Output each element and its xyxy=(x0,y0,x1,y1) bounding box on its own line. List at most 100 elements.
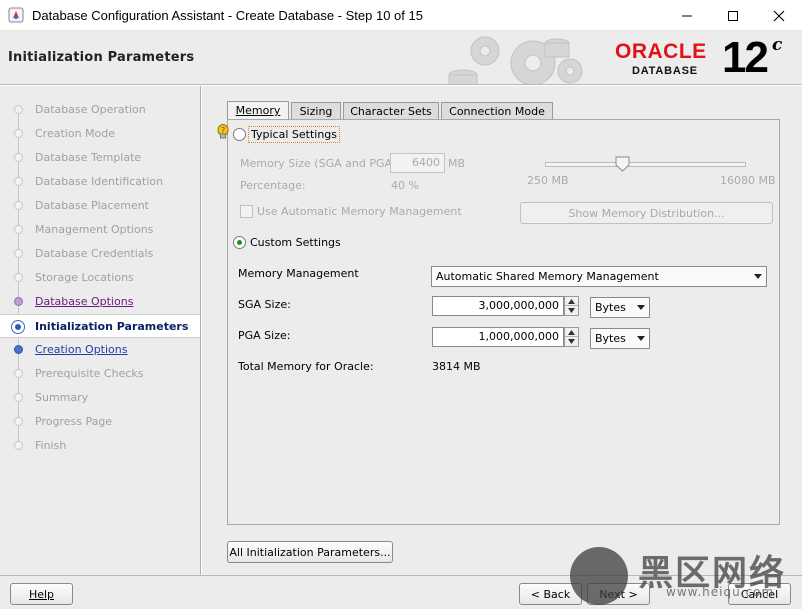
tab-label: Sizing xyxy=(299,105,333,118)
nav-step-database-options[interactable]: Database Options xyxy=(0,290,200,314)
nav-step-database-placement: Database Placement xyxy=(0,194,200,218)
nav-step-storage-locations: Storage Locations xyxy=(0,266,200,290)
memory-slider-track[interactable] xyxy=(545,162,746,167)
pga-unit-select[interactable]: Bytes xyxy=(590,328,650,349)
tab-character-sets[interactable]: Character Sets xyxy=(343,102,439,119)
nav-step-label: Database Identification xyxy=(35,175,164,188)
typical-settings-label[interactable]: Typical Settings xyxy=(251,128,337,141)
automatic-memory-management-label: Use Automatic Memory Management xyxy=(257,205,462,218)
app-icon xyxy=(8,7,24,23)
sga-unit-value: Bytes xyxy=(595,301,626,314)
nav-step-label: Summary xyxy=(35,391,89,404)
automatic-memory-management-checkbox[interactable] xyxy=(240,205,253,218)
window-titlebar: Database Configuration Assistant - Creat… xyxy=(0,0,802,31)
step-indicator-icon xyxy=(14,201,23,210)
chevron-down-icon xyxy=(637,305,645,310)
spin-down-icon[interactable] xyxy=(565,337,578,346)
nav-step-creation-mode: Creation Mode xyxy=(0,122,200,146)
page-title: Initialization Parameters xyxy=(8,50,195,65)
memory-size-unit: MB xyxy=(448,157,466,170)
step-indicator-icon xyxy=(14,345,23,354)
tab-label: Connection Mode xyxy=(449,105,545,118)
oracle-logo: ORACLE xyxy=(615,40,707,63)
step-indicator-icon xyxy=(14,225,23,234)
nav-step-prerequisite-checks: Prerequisite Checks xyxy=(0,362,200,386)
sga-size-field[interactable]: 3,000,000,000 xyxy=(432,296,564,316)
lightbulb-hint-icon: ? xyxy=(217,124,229,139)
nav-step-label: Prerequisite Checks xyxy=(35,367,144,380)
memory-size-field[interactable]: 6400 xyxy=(390,153,445,173)
chevron-down-icon xyxy=(637,336,645,341)
tab-label: Memory xyxy=(235,104,281,117)
oracle-logo-subtitle: DATABASE xyxy=(632,65,698,77)
nav-step-label: Database Operation xyxy=(35,103,146,116)
maximize-icon xyxy=(728,10,738,21)
nav-step-label: Database Template xyxy=(35,151,142,164)
help-label: Help xyxy=(28,588,55,601)
pga-size-field[interactable]: 1,000,000,000 xyxy=(432,327,564,347)
chevron-down-icon xyxy=(754,274,762,279)
step-indicator-icon xyxy=(14,249,23,258)
slider-min-label: 250 MB xyxy=(527,174,569,187)
nav-step-label: Database Credentials xyxy=(35,247,154,260)
nav-step-summary: Summary xyxy=(0,386,200,410)
oracle-version-suffix: c xyxy=(772,35,783,55)
back-button[interactable]: < Back xyxy=(519,583,582,605)
custom-settings-radio[interactable] xyxy=(233,236,246,249)
spin-up-icon[interactable] xyxy=(565,328,578,337)
custom-settings-label[interactable]: Custom Settings xyxy=(250,236,341,249)
percentage-label: Percentage: xyxy=(240,179,306,192)
step-indicator-icon xyxy=(14,105,23,114)
tab-connection-mode[interactable]: Connection Mode xyxy=(441,102,553,119)
pga-size-spinner[interactable] xyxy=(564,327,579,347)
spin-down-icon[interactable] xyxy=(565,306,578,315)
step-header: Initialization Parameters ORACLE DATABAS… xyxy=(0,31,802,85)
nav-step-initialization-parameters: Initialization Parameters xyxy=(0,314,200,338)
memory-management-label: Memory Management xyxy=(238,267,359,280)
cancel-button[interactable]: Cancel xyxy=(728,583,791,605)
nav-step-creation-options[interactable]: Creation Options xyxy=(0,338,200,362)
minimize-button[interactable] xyxy=(664,0,710,31)
nav-step-label: Initialization Parameters xyxy=(35,320,189,333)
step-indicator-icon xyxy=(14,417,23,426)
maximize-button[interactable] xyxy=(710,0,756,31)
memory-management-value: Automatic Shared Memory Management xyxy=(436,270,659,283)
total-memory-value: 3814 MB xyxy=(432,360,481,373)
nav-step-finish: Finish xyxy=(0,434,200,458)
close-button[interactable] xyxy=(756,0,802,31)
main-content: Memory Sizing Character Sets Connection … xyxy=(202,86,802,575)
nav-step-label: Creation Options xyxy=(35,343,128,356)
memory-slider-thumb[interactable] xyxy=(615,156,630,172)
tab-memory[interactable]: Memory xyxy=(227,101,289,120)
show-memory-distribution-button[interactable]: Show Memory Distribution... xyxy=(520,202,773,224)
help-button[interactable]: Help xyxy=(10,583,73,605)
minimize-icon xyxy=(682,15,692,16)
svg-text:?: ? xyxy=(221,126,225,135)
nav-step-label: Creation Mode xyxy=(35,127,116,140)
memory-size-label: Memory Size (SGA and PGA): xyxy=(240,157,400,170)
step-indicator-icon xyxy=(14,129,23,138)
wizard-footer: Help < Back Next > Cancel xyxy=(0,575,802,609)
step-indicator-icon xyxy=(14,393,23,402)
window-title: Database Configuration Assistant - Creat… xyxy=(32,8,423,23)
step-indicator-icon xyxy=(11,320,25,334)
sga-unit-select[interactable]: Bytes xyxy=(590,297,650,318)
nav-step-database-template: Database Template xyxy=(0,146,200,170)
pga-size-label: PGA Size: xyxy=(238,329,291,342)
all-initialization-parameters-button[interactable]: All Initialization Parameters... xyxy=(227,541,393,563)
sga-size-spinner[interactable] xyxy=(564,296,579,316)
nav-step-management-options: Management Options xyxy=(0,218,200,242)
nav-step-label: Storage Locations xyxy=(35,271,134,284)
nav-step-database-identification: Database Identification xyxy=(0,170,200,194)
typical-settings-radio[interactable] xyxy=(233,128,246,141)
spin-up-icon[interactable] xyxy=(565,297,578,306)
memory-management-select[interactable]: Automatic Shared Memory Management xyxy=(431,266,767,287)
slider-max-label: 16080 MB xyxy=(720,174,776,187)
oracle-version: 12 xyxy=(722,33,769,82)
tab-label: Character Sets xyxy=(350,105,432,118)
nav-step-label: Finish xyxy=(35,439,67,452)
tab-sizing[interactable]: Sizing xyxy=(291,102,341,119)
next-button[interactable]: Next > xyxy=(587,583,650,605)
step-indicator-icon xyxy=(14,153,23,162)
close-icon xyxy=(773,10,785,21)
